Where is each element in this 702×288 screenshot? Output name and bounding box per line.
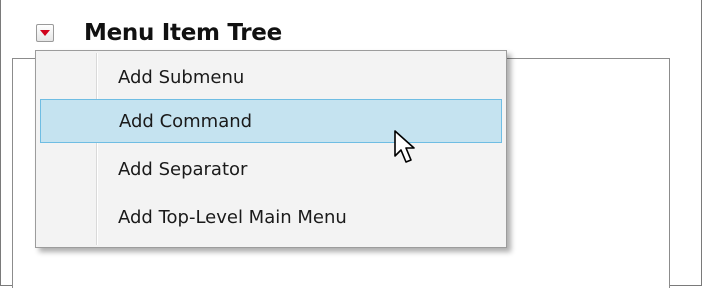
menu-item-add-top-level-main-menu[interactable]: Add Top-Level Main Menu [40, 195, 502, 239]
menu-item-label: Add Top-Level Main Menu [118, 206, 347, 228]
menu-item-add-command[interactable]: Add Command [40, 99, 502, 143]
menu-item-add-separator[interactable]: Add Separator [40, 147, 502, 191]
menu-item-label: Add Separator [118, 158, 248, 180]
menu-item-label: Add Submenu [118, 66, 245, 88]
red-triangle-menu-icon[interactable] [36, 24, 54, 42]
panel-title: Menu Item Tree [84, 20, 282, 46]
mouse-pointer-icon [394, 130, 415, 163]
context-menu: Add Submenu Add Command Add Separator Ad… [35, 50, 507, 248]
menu-item-add-submenu[interactable]: Add Submenu [40, 55, 502, 99]
panel-header: Menu Item Tree [36, 18, 282, 48]
menu-item-label: Add Command [119, 110, 253, 132]
